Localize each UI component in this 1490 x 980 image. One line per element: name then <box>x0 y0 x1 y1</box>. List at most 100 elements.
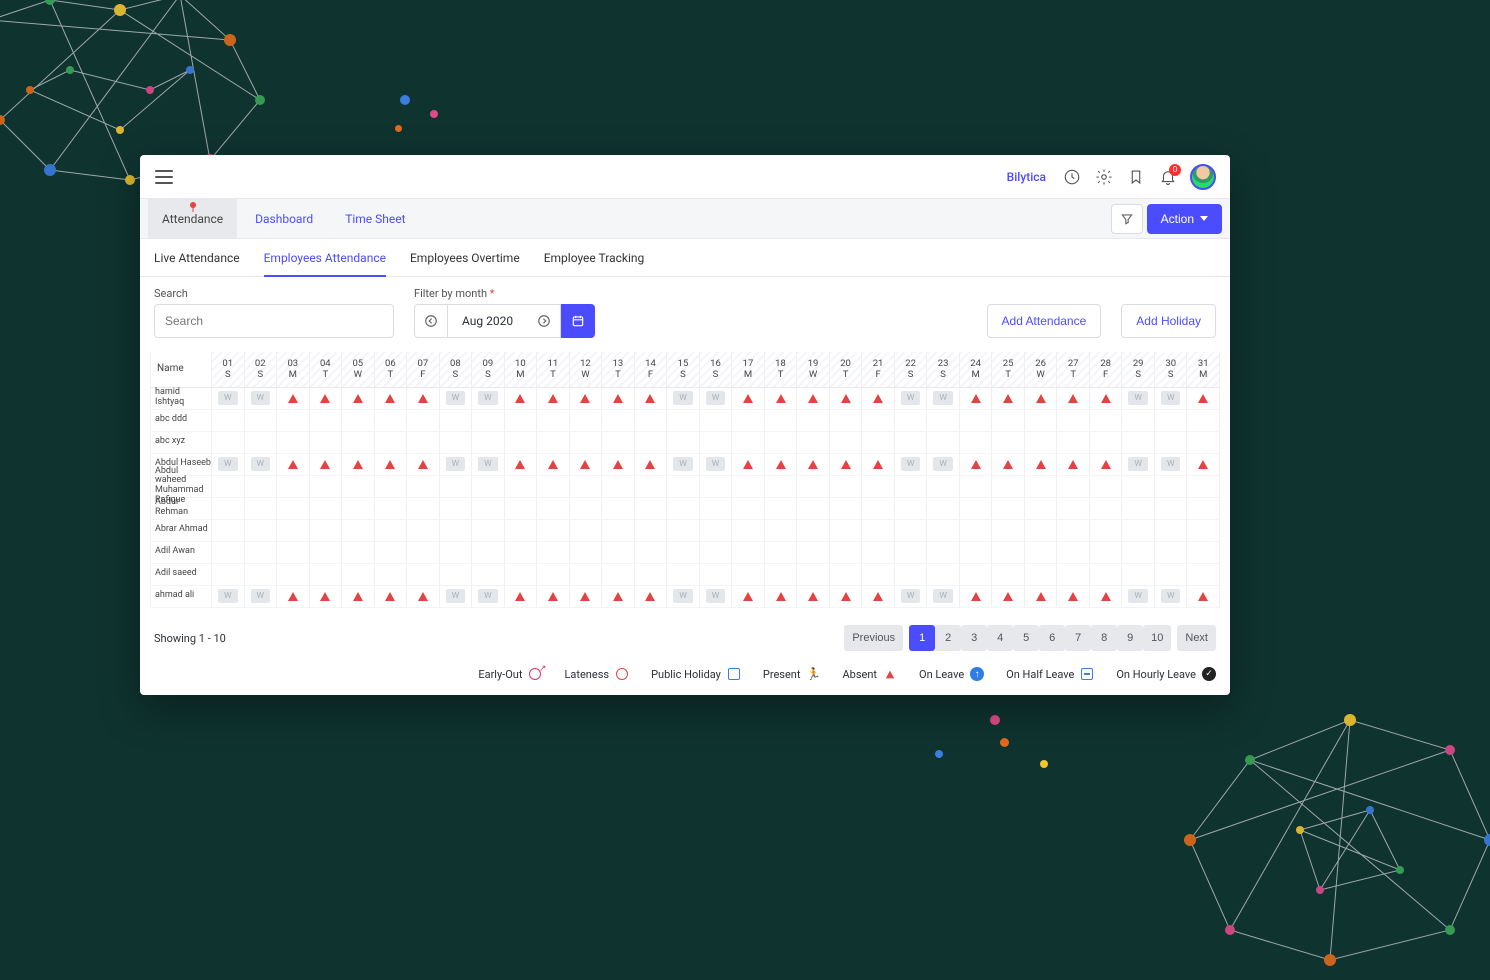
attendance-cell[interactable] <box>700 542 733 564</box>
attendance-cell[interactable] <box>667 410 700 432</box>
attendance-cell[interactable] <box>310 388 343 410</box>
attendance-cell[interactable] <box>375 520 408 542</box>
attendance-cell[interactable] <box>472 542 505 564</box>
attendance-cell[interactable] <box>277 498 310 520</box>
attendance-cell[interactable] <box>862 432 895 454</box>
attendance-cell[interactable] <box>732 432 765 454</box>
attendance-cell[interactable] <box>342 586 375 608</box>
gear-icon[interactable] <box>1094 167 1114 187</box>
attendance-cell[interactable] <box>765 586 798 608</box>
attendance-cell[interactable] <box>1187 388 1220 410</box>
attendance-cell[interactable] <box>245 520 278 542</box>
attendance-cell[interactable] <box>700 432 733 454</box>
attendance-cell[interactable] <box>992 476 1025 498</box>
attendance-cell[interactable] <box>342 410 375 432</box>
attendance-cell[interactable] <box>862 476 895 498</box>
attendance-cell[interactable] <box>407 476 440 498</box>
calendar-button[interactable] <box>561 304 595 338</box>
attendance-cell[interactable] <box>830 520 863 542</box>
attendance-cell[interactable] <box>245 476 278 498</box>
attendance-cell[interactable]: W <box>1155 586 1188 608</box>
attendance-cell[interactable] <box>277 586 310 608</box>
attendance-cell[interactable] <box>765 476 798 498</box>
page-next-button[interactable]: Next <box>1177 625 1216 651</box>
attendance-cell[interactable] <box>537 410 570 432</box>
attendance-cell[interactable] <box>992 564 1025 586</box>
attendance-cell[interactable] <box>667 432 700 454</box>
attendance-cell[interactable] <box>635 476 668 498</box>
attendance-cell[interactable] <box>797 564 830 586</box>
attendance-cell[interactable] <box>765 498 798 520</box>
attendance-cell[interactable] <box>375 542 408 564</box>
attendance-cell[interactable] <box>992 498 1025 520</box>
attendance-cell[interactable] <box>1187 454 1220 476</box>
attendance-cell[interactable] <box>310 432 343 454</box>
attendance-cell[interactable] <box>570 542 603 564</box>
attendance-cell[interactable] <box>407 388 440 410</box>
attendance-cell[interactable] <box>1155 432 1188 454</box>
attendance-cell[interactable] <box>440 564 473 586</box>
attendance-cell[interactable] <box>667 498 700 520</box>
attendance-cell[interactable] <box>927 476 960 498</box>
attendance-cell[interactable] <box>732 564 765 586</box>
attendance-cell[interactable] <box>635 454 668 476</box>
attendance-cell[interactable] <box>700 498 733 520</box>
attendance-cell[interactable] <box>505 498 538 520</box>
attendance-cell[interactable] <box>570 410 603 432</box>
attendance-cell[interactable] <box>602 498 635 520</box>
primary-tab[interactable]: Dashboard <box>241 199 327 238</box>
attendance-cell[interactable]: W <box>245 388 278 410</box>
attendance-cell[interactable] <box>765 520 798 542</box>
attendance-cell[interactable] <box>1187 476 1220 498</box>
attendance-cell[interactable] <box>1187 432 1220 454</box>
attendance-cell[interactable] <box>960 432 993 454</box>
attendance-cell[interactable] <box>992 410 1025 432</box>
attendance-cell[interactable] <box>407 432 440 454</box>
attendance-cell[interactable] <box>375 388 408 410</box>
attendance-cell[interactable] <box>1090 432 1123 454</box>
row-name[interactable]: Adil saeed <box>150 564 212 586</box>
row-name[interactable]: Abdul waheed Muhammad Rafique <box>150 476 212 498</box>
attendance-cell[interactable]: W <box>472 586 505 608</box>
attendance-cell[interactable] <box>407 520 440 542</box>
attendance-cell[interactable] <box>505 388 538 410</box>
attendance-cell[interactable] <box>472 476 505 498</box>
attendance-cell[interactable] <box>245 432 278 454</box>
attendance-cell[interactable]: W <box>440 454 473 476</box>
attendance-cell[interactable] <box>895 410 928 432</box>
attendance-cell[interactable] <box>537 586 570 608</box>
attendance-cell[interactable] <box>830 410 863 432</box>
month-next-button[interactable] <box>527 304 561 338</box>
attendance-cell[interactable] <box>862 542 895 564</box>
attendance-cell[interactable] <box>862 586 895 608</box>
attendance-cell[interactable] <box>960 410 993 432</box>
attendance-cell[interactable] <box>1057 564 1090 586</box>
attendance-cell[interactable] <box>277 388 310 410</box>
attendance-cell[interactable] <box>960 564 993 586</box>
attendance-cell[interactable] <box>732 498 765 520</box>
attendance-cell[interactable] <box>537 388 570 410</box>
attendance-cell[interactable] <box>570 520 603 542</box>
attendance-cell[interactable] <box>1025 564 1058 586</box>
attendance-cell[interactable] <box>830 454 863 476</box>
attendance-cell[interactable] <box>277 542 310 564</box>
attendance-cell[interactable] <box>862 388 895 410</box>
attendance-cell[interactable] <box>212 542 245 564</box>
attendance-cell[interactable] <box>992 542 1025 564</box>
attendance-cell[interactable] <box>862 520 895 542</box>
attendance-cell[interactable] <box>1057 498 1090 520</box>
attendance-cell[interactable] <box>830 498 863 520</box>
filter-button[interactable] <box>1111 204 1143 234</box>
attendance-cell[interactable] <box>505 586 538 608</box>
attendance-cell[interactable] <box>505 476 538 498</box>
attendance-cell[interactable] <box>927 432 960 454</box>
secondary-tab[interactable]: Live Attendance <box>154 239 240 276</box>
attendance-cell[interactable] <box>505 432 538 454</box>
attendance-cell[interactable] <box>765 388 798 410</box>
attendance-cell[interactable] <box>732 454 765 476</box>
attendance-cell[interactable] <box>1122 542 1155 564</box>
attendance-cell[interactable] <box>797 586 830 608</box>
attendance-cell[interactable] <box>797 520 830 542</box>
page-button[interactable]: 5 <box>1013 625 1039 651</box>
attendance-cell[interactable] <box>765 564 798 586</box>
